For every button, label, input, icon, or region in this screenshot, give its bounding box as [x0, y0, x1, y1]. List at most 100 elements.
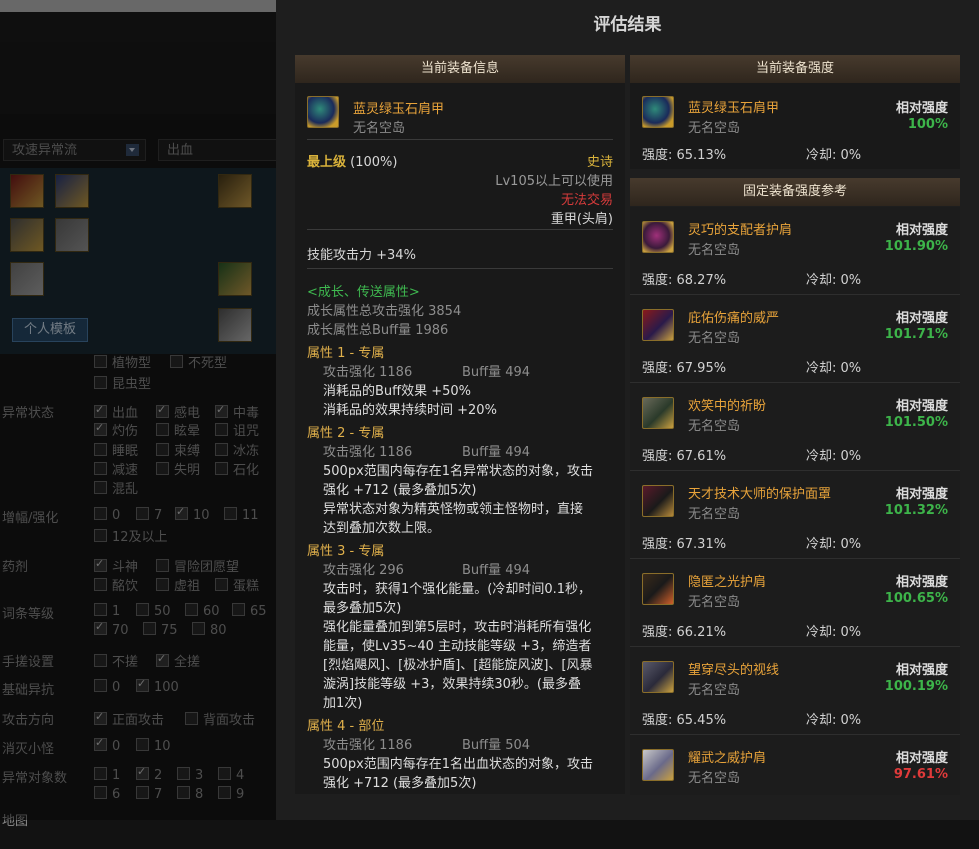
relative-strength-label: 相对强度: [895, 311, 948, 326]
attribute-buff: Buff量 494: [462, 563, 531, 578]
shoulder-purple-icon: [642, 221, 674, 253]
attribute-desc: 强化能量叠加到第5层时，攻击时消耗所有强化: [323, 620, 592, 635]
attribute-desc: 消耗品的效果持续时间 +20%: [323, 403, 497, 418]
equip-server: 无名空岛: [688, 243, 741, 258]
shoulder-armor-icon: [642, 397, 674, 429]
cooldown-value: 冷却: 0%: [806, 537, 862, 552]
attribute-desc: 达到叠加次数上限。: [323, 521, 441, 536]
equip-name: 隐匿之光护肩: [688, 575, 767, 590]
attribute-desc: 异常状态对象为精英怪物或领主怪物时，直接: [323, 502, 584, 517]
strength-value: 强度: 68.27%: [642, 273, 727, 288]
attribute-atk: 攻击强化 1186: [323, 738, 413, 753]
relative-strength-value: 97.61%: [893, 767, 948, 782]
relative-strength-value: 101.90%: [884, 239, 948, 254]
skill-attack: 技能攻击力 +34%: [307, 248, 416, 263]
shoulder-grey-icon: [642, 661, 674, 693]
shoulder-red-icon: [642, 309, 674, 341]
equip-server: 无名空岛: [688, 595, 741, 610]
attribute-desc: 强化 +712 (最多叠加5次): [323, 483, 477, 498]
equip-name: 望穿尽头的视线: [688, 663, 780, 678]
attribute-buff: Buff量 494: [462, 365, 531, 380]
relative-strength-label: 相对强度: [895, 487, 948, 502]
relative-strength-value: 101.50%: [884, 415, 948, 430]
strength-value: 强度: 65.45%: [642, 713, 727, 728]
relative-strength-label: 相对强度: [895, 751, 948, 766]
attribute-title: 属性 3 - 专属: [307, 544, 385, 559]
modal-title: 评估结果: [593, 15, 662, 35]
attribute-desc: 消耗品的Buff效果 +50%: [323, 384, 472, 399]
reference-card[interactable]: 耀武之威护肩 无名空岛 相对强度 97.61%: [630, 735, 960, 795]
equip-name: 耀武之威护肩: [688, 751, 767, 766]
growth-total-atk: 成长属性总攻击强化 3854: [307, 304, 462, 319]
shoulder-green-jade-icon: [307, 96, 339, 128]
equip-server: 无名空岛: [688, 121, 741, 136]
cooldown-value: 冷却: 0%: [806, 449, 862, 464]
panel-header: 当前装备信息: [295, 55, 625, 83]
strength-value: 强度: 66.21%: [642, 625, 727, 640]
panel-header: 当前装备强度: [630, 55, 960, 83]
strength-value: 强度: 67.61%: [642, 449, 727, 464]
grade-line: 最上级 (100%): [307, 151, 397, 170]
equip-detail-body[interactable]: 蓝灵绿玉石肩甲 无名空岛 最上级 (100%) 史诗 Lv105以上可以使用 无…: [295, 83, 627, 849]
relative-strength-value: 100.19%: [884, 679, 948, 694]
attribute-desc: 能量，使Lv35~40 主动技能等级 +3，缔造者: [323, 639, 592, 654]
growth-title: <成长、传送属性>: [307, 285, 420, 300]
shoulder-dark-icon: [642, 573, 674, 605]
reference-card[interactable]: 庇佑伤痛的威严 无名空岛 相对强度 101.71% 强度: 67.95% 冷却:…: [630, 295, 960, 383]
attribute-desc: 攻击时，获得1个强化能量。(冷却时间0.1秒，: [323, 582, 592, 597]
grade-pct: (100%): [350, 155, 398, 170]
reference-panel: 固定装备强度参考: [630, 178, 960, 206]
relative-strength-label: 相对强度: [895, 101, 948, 116]
equip-name: 庇佑伤痛的威严: [688, 311, 780, 326]
strength-value: 强度: 65.13%: [642, 148, 727, 163]
reference-card[interactable]: 灵巧的支配者护肩 无名空岛 相对强度 101.90% 强度: 68.27% 冷却…: [630, 207, 960, 295]
cooldown-value: 冷却: 0%: [806, 713, 862, 728]
equip-server: 无名空岛: [688, 331, 741, 346]
cooldown-value: 冷却: 0%: [806, 273, 862, 288]
relative-strength-label: 相对强度: [895, 663, 948, 678]
equip-server: 无名空岛: [688, 771, 741, 786]
attribute-desc: 强化 +712 (最多叠加5次): [323, 776, 477, 791]
attribute-title: 属性 1 - 专属: [307, 346, 385, 361]
strength-value: 强度: 67.31%: [642, 537, 727, 552]
shoulder-white-icon: [642, 749, 674, 781]
current-strength-panel: 当前装备强度 蓝灵绿玉石肩甲 无名空岛 相对强度 100% 强度: 65.13%…: [630, 55, 960, 169]
rarity: 史诗: [586, 155, 613, 170]
attribute-atk: 攻击强化 1186: [323, 445, 413, 460]
equip-server: 无名空岛: [688, 419, 741, 434]
attribute-desc: 500px范围内每存在1名出血状态的对象，攻击: [323, 757, 594, 772]
equip-name: 蓝灵绿玉石肩甲: [688, 101, 780, 116]
attribute-desc: 最多叠加5次): [323, 601, 402, 616]
reference-card[interactable]: 隐匿之光护肩 无名空岛 相对强度 100.65% 强度: 66.21% 冷却: …: [630, 559, 960, 647]
equip-server: 无名空岛: [353, 121, 406, 136]
reference-card[interactable]: 欢笑中的祈盼 无名空岛 相对强度 101.50% 强度: 67.61% 冷却: …: [630, 383, 960, 471]
attribute-desc: 加1次): [323, 696, 363, 711]
divider: [307, 268, 613, 269]
attribute-desc: 漩涡]技能等级 +3，效果持续30秒。(最多叠: [323, 677, 581, 692]
attribute-title: 属性 4 - 部位: [307, 719, 385, 734]
relative-strength-label: 相对强度: [895, 575, 948, 590]
cooldown-value: 冷却: 0%: [806, 361, 862, 376]
reference-card[interactable]: 天才技术大师的保护面罩 无名空岛 相对强度 101.32% 强度: 67.31%…: [630, 471, 960, 559]
attribute-title: 属性 2 - 专属: [307, 426, 385, 441]
slot-type: 重甲(头肩): [550, 212, 613, 227]
attribute-atk: 攻击强化 296: [323, 563, 404, 578]
attribute-atk: 攻击强化 1186: [323, 365, 413, 380]
reference-card[interactable]: 望穿尽头的视线 无名空岛 相对强度 100.19% 强度: 65.45% 冷却:…: [630, 647, 960, 735]
relative-strength-label: 相对强度: [895, 399, 948, 414]
strength-value: 强度: 67.95%: [642, 361, 727, 376]
relative-strength-value: 100%: [907, 117, 948, 132]
cooldown-value: 冷却: 0%: [806, 148, 862, 163]
equip-server: 无名空岛: [688, 507, 741, 522]
relative-strength-value: 100.65%: [884, 591, 948, 606]
equip-name: 欢笑中的祈盼: [688, 399, 767, 414]
trade-status: 无法交易: [560, 193, 613, 208]
attribute-buff: Buff量 504: [462, 738, 531, 753]
relative-strength-value: 101.32%: [884, 503, 948, 518]
panel-header: 固定装备强度参考: [630, 178, 960, 206]
current-equip-info-panel: 当前装备信息 蓝灵绿玉石肩甲 无名空岛 最上级 (100%) 史诗 Lv105以…: [295, 55, 625, 794]
shoulder-green-jade-icon: [642, 96, 674, 128]
growth-total-buff: 成长属性总Buff量 1986: [307, 323, 449, 338]
relative-strength-label: 相对强度: [895, 223, 948, 238]
divider: [307, 139, 613, 140]
